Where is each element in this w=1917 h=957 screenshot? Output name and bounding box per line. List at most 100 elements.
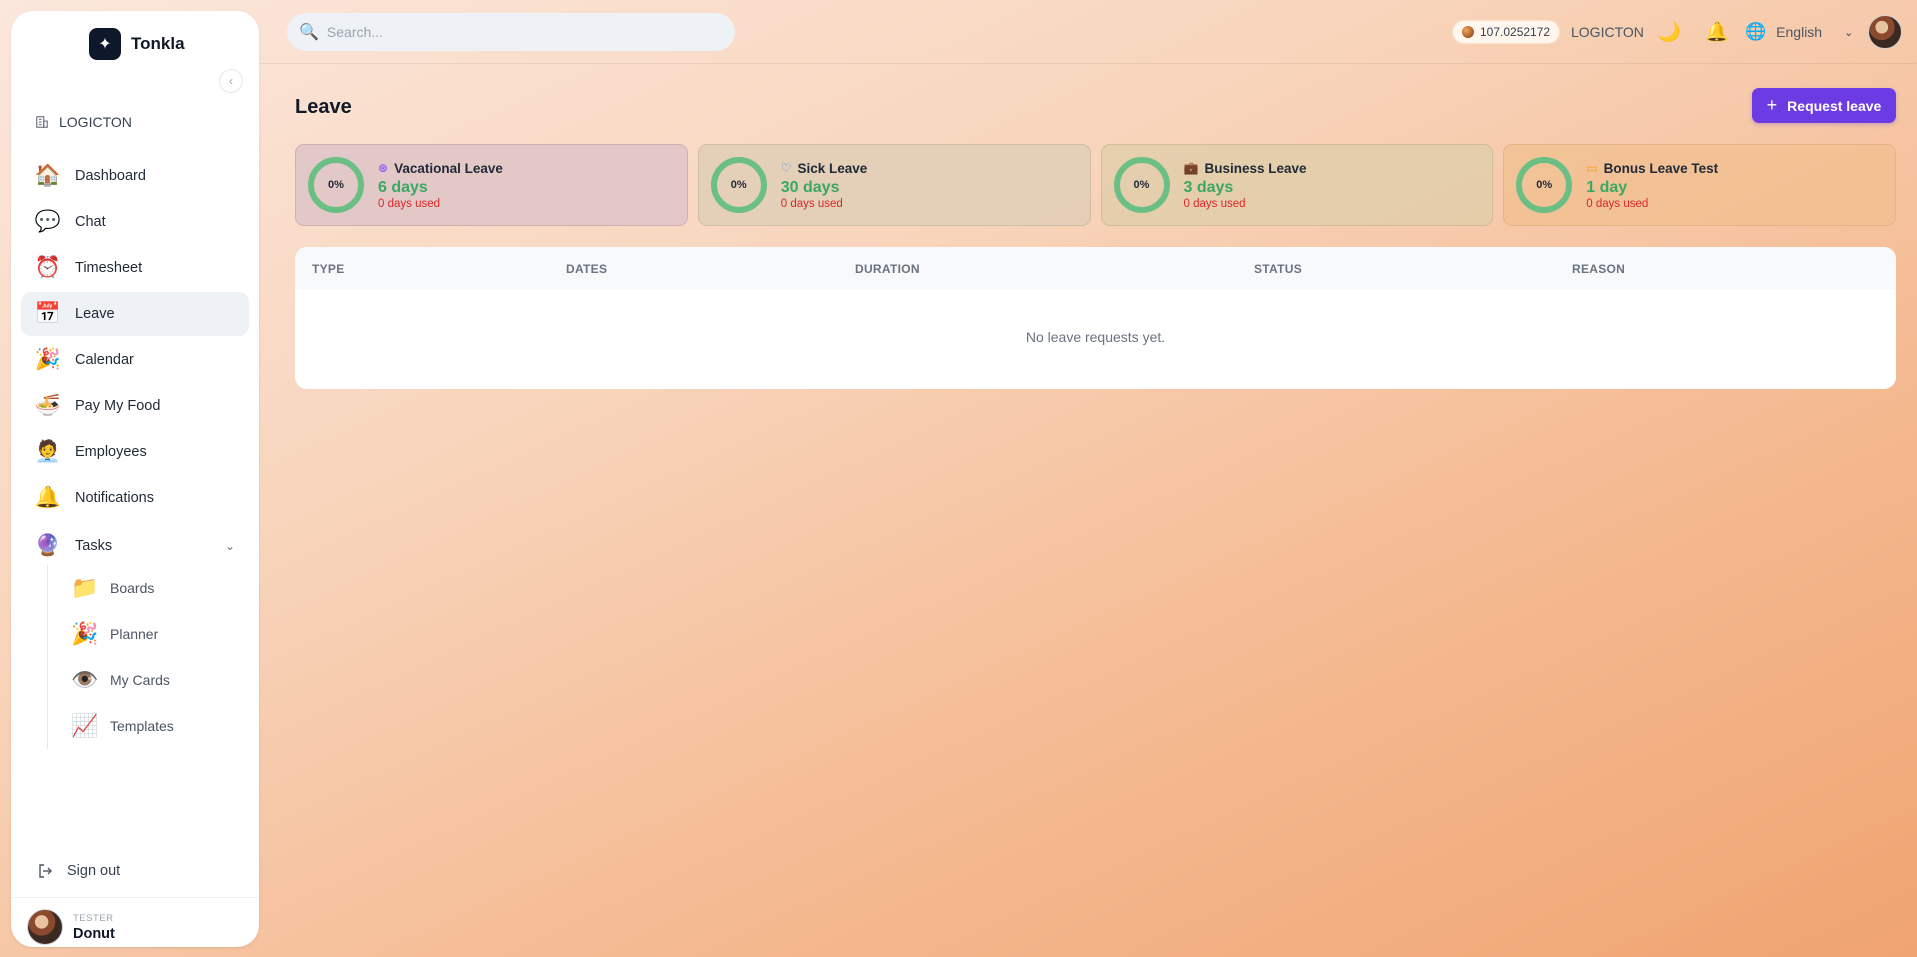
sign-out-icon	[39, 864, 52, 878]
leave-used: 0 days used	[1586, 197, 1649, 210]
progress-ring: 0%	[308, 157, 364, 213]
sidebar-subitem-planner[interactable]: 🎉 Planner	[48, 611, 247, 657]
coin-icon	[1462, 26, 1474, 38]
sidebar-item-label: Pay My Food	[75, 398, 161, 414]
leave-card-bonus[interactable]: 0% ▭ Bonus Leave Test 1 day 0 days used	[1503, 144, 1896, 226]
grid-icon: 🔮	[34, 534, 62, 557]
sign-out-button[interactable]: Sign out	[37, 862, 120, 880]
column-header-dates: DATES	[566, 262, 608, 276]
globe-icon: 🌐	[1745, 22, 1767, 41]
column-header-status: STATUS	[1254, 262, 1303, 276]
table-header: TYPE DATES DURATION STATUS REASON	[295, 247, 1896, 289]
leave-days: 30 days	[780, 178, 840, 196]
globe-icon: ⊛	[378, 161, 389, 175]
leave-type-name: Sick Leave	[797, 160, 868, 176]
language-selector[interactable]: 🌐 English ⌄	[1745, 22, 1853, 42]
bell-icon: 🔔	[34, 486, 62, 509]
building-icon	[36, 116, 48, 128]
search-input[interactable]	[326, 24, 707, 40]
leave-days: 3 days	[1183, 178, 1234, 196]
request-leave-button[interactable]: + Request leave	[1752, 88, 1896, 123]
leave-type-name: Bonus Leave Test	[1603, 160, 1719, 176]
sidebar-item-employees[interactable]: 🧑‍💼 Employees	[21, 430, 249, 474]
leave-days: 1 day	[1586, 178, 1628, 196]
sidebar-subitem-label: Planner	[110, 626, 159, 642]
search-bar[interactable]: 🔍	[287, 13, 735, 51]
chat-bubbles-icon: 💬	[34, 210, 62, 233]
leave-card-sick[interactable]: 0% ♡ Sick Leave 30 days 0 days used	[697, 144, 1091, 226]
coin-balance-badge[interactable]: 107.0252172	[1452, 20, 1561, 44]
sidebar-item-label: Dashboard	[75, 168, 146, 184]
sidebar-item-label: Notifications	[75, 490, 154, 506]
request-leave-label: Request leave	[1787, 97, 1882, 114]
sparkle-logo-icon: ✦	[89, 28, 121, 60]
leave-used: 0 days used	[1183, 197, 1246, 210]
leave-type-name: Vacational Leave	[394, 160, 503, 176]
column-header-reason: REASON	[1572, 262, 1626, 276]
calendar-outline-icon: ▭	[1586, 161, 1598, 175]
brand-name: Tonkla	[131, 34, 185, 53]
search-icon: 🔍	[299, 24, 319, 41]
sidebar-item-label: Chat	[75, 214, 106, 230]
brand[interactable]: ✦ Tonkla	[89, 28, 185, 60]
leave-type-name: Business Leave	[1204, 160, 1307, 176]
food-bowl-icon: 🍜	[34, 394, 62, 417]
sidebar-item-timesheet[interactable]: ⏰ Timesheet	[21, 246, 249, 290]
language-label: English	[1776, 24, 1823, 40]
sidebar-item-label: Leave	[75, 306, 115, 322]
org-name: LOGICTON	[59, 114, 132, 130]
chevron-left-icon: ‹	[229, 74, 233, 88]
chevron-down-icon: ⌄	[1844, 26, 1854, 39]
heart-icon: ♡	[780, 161, 792, 175]
user-profile[interactable]: TESTER Donut	[27, 909, 115, 945]
chevron-down-icon[interactable]: ⌄	[225, 539, 235, 553]
leave-cards: 0% ⊛ Vacational Leave 6 days 0 days used…	[295, 144, 1896, 226]
sidebar-subitem-boards[interactable]: 📁 Boards	[48, 565, 247, 611]
sidebar-subitem-my-cards[interactable]: 👁️ My Cards	[48, 657, 247, 703]
user-role: TESTER	[73, 912, 114, 924]
sidebar-nav: 🏠 Dashboard 💬 Chat ⏰ Timesheet 📅 Leave 🎉…	[21, 154, 249, 570]
org-selector[interactable]: LOGICTON	[35, 114, 132, 130]
sidebar-item-dashboard[interactable]: 🏠 Dashboard	[21, 154, 249, 198]
column-header-type: TYPE	[312, 262, 345, 276]
briefcase-icon: 💼	[1183, 161, 1199, 175]
leave-card-business[interactable]: 0% 💼 Business Leave 3 days 0 days used	[1100, 144, 1494, 226]
sidebar-item-label: Calendar	[75, 352, 134, 368]
sidebar-item-label: Timesheet	[75, 260, 143, 276]
org-label: LOGICTON	[1571, 24, 1644, 40]
avatar	[27, 909, 63, 945]
divider	[11, 897, 259, 898]
bell-icon[interactable]: 🔔	[1705, 20, 1729, 44]
sidebar-item-calendar[interactable]: 🎉 Calendar	[21, 338, 249, 382]
tasks-subnav: 📁 Boards 🎉 Planner 👁️ My Cards 📈 Templat…	[47, 565, 247, 749]
sidebar-item-pay-my-food[interactable]: 🍜 Pay My Food	[21, 384, 249, 428]
eye-icon: 👁️	[71, 667, 99, 692]
moon-icon[interactable]: 🌙	[1657, 20, 1681, 44]
sidebar-item-notifications[interactable]: 🔔 Notifications	[21, 476, 249, 520]
sidebar-item-chat[interactable]: 💬 Chat	[21, 200, 249, 244]
sidebar-subitem-templates[interactable]: 📈 Templates	[48, 703, 247, 749]
leave-card-vacational[interactable]: 0% ⊛ Vacational Leave 6 days 0 days used	[295, 144, 688, 226]
calendar-icon: 📅	[34, 302, 62, 325]
person-icon: 🧑‍💼	[34, 440, 62, 463]
sidebar-item-tasks[interactable]: 🔮 Tasks ⌄	[21, 524, 249, 568]
avatar[interactable]	[1868, 15, 1902, 49]
leave-days: 6 days	[378, 178, 428, 196]
leave-requests-table: TYPE DATES DURATION STATUS REASON No lea…	[295, 247, 1896, 389]
leave-used: 0 days used	[780, 197, 843, 210]
sidebar-subitem-label: My Cards	[110, 672, 170, 688]
page-title: Leave	[295, 96, 352, 118]
alarm-clock-icon: ⏰	[34, 256, 62, 279]
progress-ring: 0%	[710, 157, 767, 213]
house-icon: 🏠	[34, 164, 62, 187]
leave-used: 0 days used	[378, 197, 441, 210]
sidebar-item-label: Tasks	[75, 538, 113, 554]
sign-out-label: Sign out	[67, 863, 121, 879]
sidebar-item-label: Employees	[75, 444, 147, 460]
column-header-duration: DURATION	[855, 262, 920, 276]
progress-ring: 0%	[1113, 157, 1170, 213]
chart-icon: 📈	[71, 713, 99, 738]
empty-state-message: No leave requests yet.	[1025, 329, 1166, 345]
collapse-sidebar-button[interactable]: ‹	[219, 69, 243, 93]
sidebar-item-leave[interactable]: 📅 Leave	[21, 292, 249, 336]
